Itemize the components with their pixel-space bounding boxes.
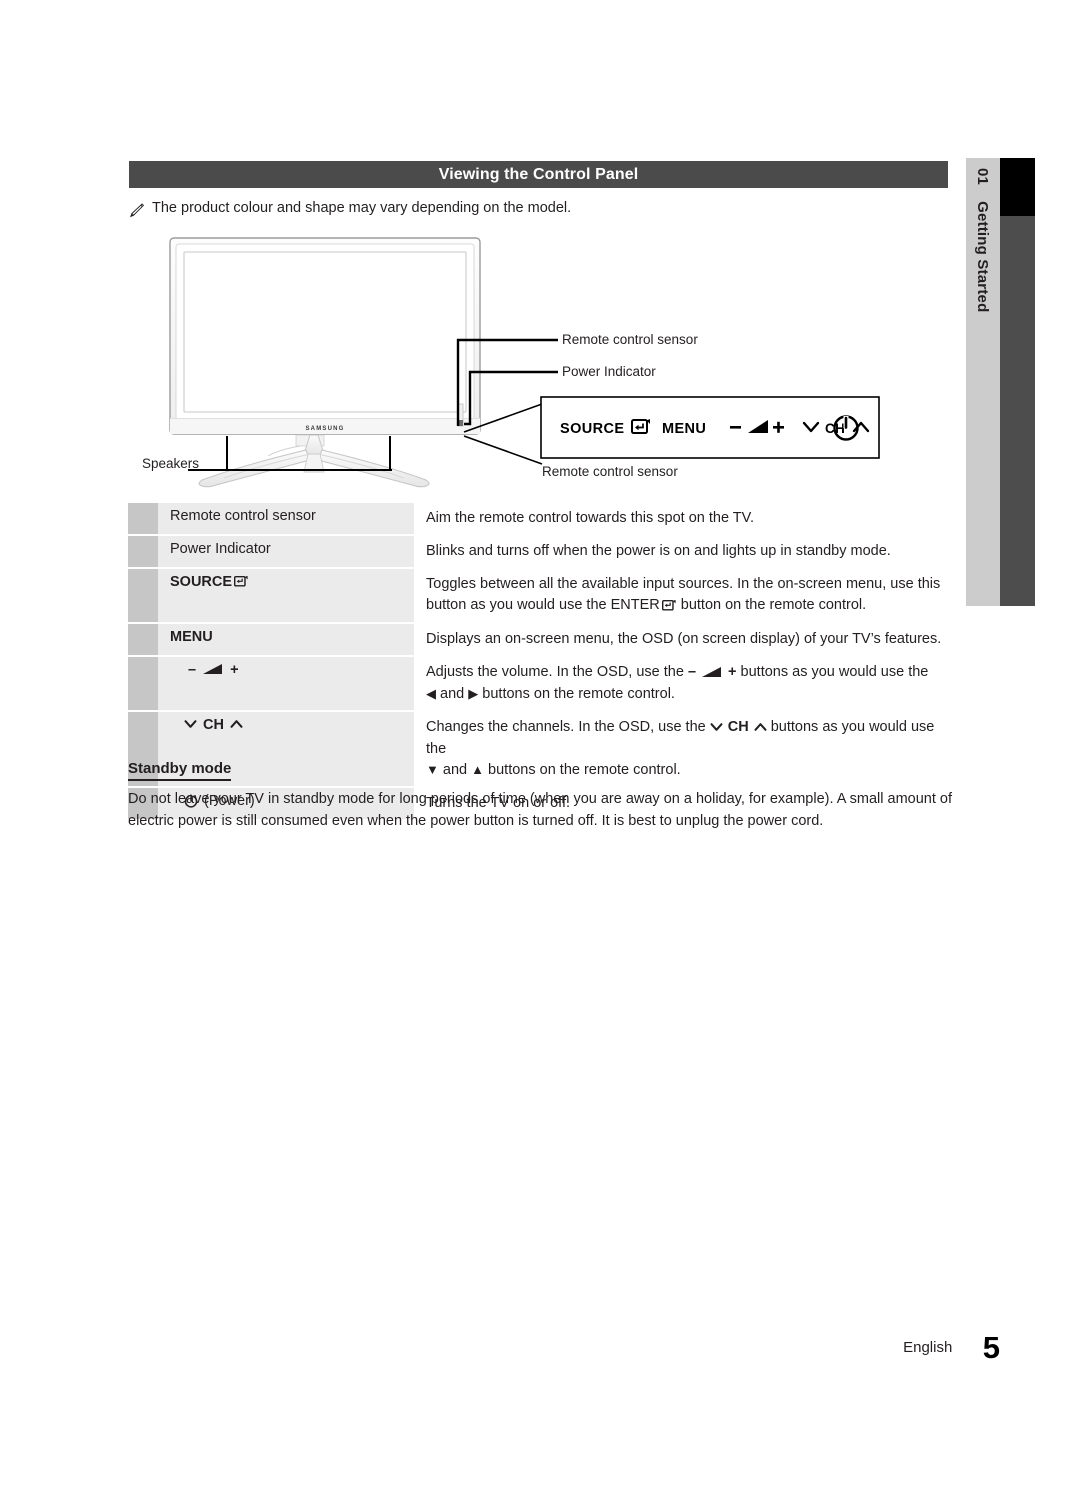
footer-page-number: 5 (982, 1330, 1000, 1365)
row-desc-line-1: Adjusts the volume. In the OSD, use the (426, 664, 684, 681)
volume-icon (202, 662, 224, 678)
chapter-tab: 01 Getting Started (966, 158, 1000, 606)
chevron-up-icon (754, 718, 767, 739)
row-label-cell: Power Indicator (158, 536, 414, 568)
row-desc: Displays an on-screen menu, the OSD (on … (426, 631, 942, 648)
tv-stand (198, 434, 430, 488)
page-footer: English 5 (0, 1330, 1000, 1366)
row-label-cell: Remote control sensor (158, 503, 414, 535)
enter-icon (660, 596, 677, 617)
standby-section: Standby mode Do not leave your TV in sta… (128, 760, 953, 833)
ch-label: CH (203, 717, 224, 734)
row-label-cell: SOURCE (158, 569, 414, 623)
row-desc-line-4: buttons on the remote control. (482, 686, 675, 703)
standby-body: Do not leave your TV in standby mode for… (128, 791, 952, 829)
note-text: The product colour and shape may vary de… (152, 200, 572, 216)
table-row: Power Indicator Blinks and turns off whe… (128, 536, 950, 568)
section-title-bar: Viewing the Control Panel (129, 161, 948, 188)
row-desc-line-3: button on the remote control. (676, 597, 867, 614)
row-desc-cell: Toggles between all the available input … (414, 569, 950, 622)
chevron-down-icon (184, 717, 197, 733)
table-row: SOURCE Toggles between all the available… (128, 569, 950, 623)
row-desc-cell: Blinks and turns off when the power is o… (414, 536, 950, 567)
tv-body: SAMSUNG (169, 237, 481, 435)
left-arrow-icon: ◀ (426, 686, 436, 702)
row-desc-line-2: buttons as you would use the (740, 664, 929, 681)
row-label: Power Indicator (170, 541, 271, 558)
tv-illustration: SAMSUNG Speakers Remote control sensor P… (128, 228, 948, 490)
row-icon-cell (128, 657, 158, 711)
enter-icon (232, 574, 249, 590)
row-desc-cell: Displays an on-screen menu, the OSD (on … (414, 624, 950, 655)
row-icon-cell (128, 624, 158, 656)
footer-language: English (903, 1339, 953, 1356)
row-label: Remote control sensor (170, 508, 316, 524)
callout-remote-sensor-top: Remote control sensor (562, 332, 698, 347)
callout-power-indicator: Power Indicator (562, 364, 656, 379)
row-desc-cell: Adjusts the volume. In the OSD, use the … (414, 657, 950, 710)
chevron-up-icon (230, 717, 243, 733)
ch-label-inline: CH (727, 719, 749, 736)
page-title: Viewing the Control Panel (438, 165, 639, 183)
chapter-number: 01 (974, 168, 992, 186)
row-desc-line-2: button as you would use the ENTER (426, 597, 660, 614)
row-desc-line-3: and (440, 686, 465, 703)
tv-brand-label: SAMSUNG (305, 426, 344, 432)
volume-icon (701, 663, 723, 684)
chapter-tab-text: 01 Getting Started (966, 158, 1000, 606)
pencil-icon (128, 202, 145, 219)
volume-minus-inline: – (687, 664, 697, 681)
row-label-cell: – + (158, 657, 414, 711)
row-desc-cell: Aim the remote control towards this spot… (414, 503, 950, 534)
note-line: The product colour and shape may vary de… (128, 200, 948, 219)
chevron-down-icon (710, 718, 723, 739)
volume-plus-inline: + (728, 664, 737, 681)
row-desc: Blinks and turns off when the power is o… (426, 543, 891, 560)
row-label: SOURCE (170, 574, 233, 591)
manual-page: 01 Getting Started Viewing the Control P… (0, 0, 1080, 1494)
callout-remote-sensor-bottom: Remote control sensor (542, 464, 678, 479)
chapter-label: Getting Started (974, 201, 992, 313)
table-row: Remote control sensor Aim the remote con… (128, 503, 950, 535)
row-label-cell: MENU (158, 624, 414, 656)
table-row: MENU Displays an on-screen menu, the OSD… (128, 624, 950, 656)
row-icon-cell (128, 569, 158, 623)
row-icon-cell (128, 536, 158, 568)
cp-menu-label: MENU (662, 421, 706, 437)
row-desc-line-1: Changes the channels. In the OSD, use th… (426, 719, 706, 736)
right-arrow-icon: ▶ (468, 686, 479, 702)
chapter-bar-active-segment (1000, 158, 1035, 216)
chapter-bar (1000, 158, 1035, 606)
row-desc-line-1: Toggles between all the available input … (426, 576, 941, 593)
cp-source-label: SOURCE (560, 421, 624, 437)
standby-title: Standby mode (128, 760, 232, 781)
table-row: – + Adjusts the volume. In the OSD, use … (128, 657, 950, 711)
volume-minus-label: – (188, 662, 197, 679)
cp-volume-minus-icon (730, 426, 741, 429)
row-label: MENU (170, 629, 213, 646)
row-desc: Aim the remote control towards this spot… (426, 510, 755, 526)
row-icon-cell (128, 503, 158, 535)
volume-plus-label: + (230, 662, 239, 679)
callout-speakers: Speakers (142, 456, 199, 471)
